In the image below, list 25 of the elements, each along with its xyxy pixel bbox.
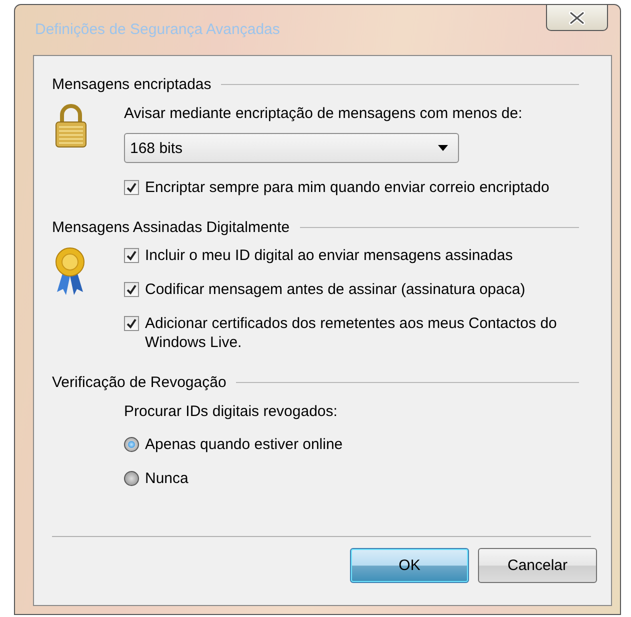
checkbox[interactable] <box>124 180 139 195</box>
padlock-icon <box>54 103 88 149</box>
checkbox[interactable] <box>124 316 139 331</box>
section-heading: Verificação de Revogação <box>52 374 226 391</box>
option-label: Avisar mediante encriptação de mensagens com menos de: <box>124 105 524 122</box>
close-icon <box>568 10 586 24</box>
section-heading: Mensagens encriptadas <box>52 76 212 93</box>
radio-button[interactable] <box>124 437 139 452</box>
dialog-button[interactable]: Cancelar <box>478 548 597 583</box>
close-button[interactable] <box>546 5 608 31</box>
checkbox-label: Incluir o meu ID digital ao enviar mensagens assinadas <box>145 246 513 265</box>
checkbox[interactable] <box>124 248 139 263</box>
radio-label: Nunca <box>145 469 188 488</box>
dialog-button[interactable]: OK <box>350 548 469 583</box>
dropdown[interactable]: 168 bits <box>124 133 459 163</box>
checkbox-label: Encriptar sempre para mim quando enviar correio encriptado <box>145 178 550 197</box>
window-title: Definições de Segurança Avançadas <box>35 21 280 38</box>
caret-icon <box>438 145 448 151</box>
radio-button[interactable] <box>124 471 139 486</box>
radio-label: Apenas quando estiver online <box>145 435 343 454</box>
section-heading: Mensagens Assinadas Digitalmente <box>52 219 290 236</box>
checkbox-label: Adicionar certificados dos remetentes aos meus Contactos do Windows Live. <box>145 314 558 352</box>
checkbox[interactable] <box>124 282 139 297</box>
option-label: Procurar IDs digitais revogados: <box>124 403 338 420</box>
checkbox-label: Codificar mensagem antes de assinar (assinatura opaca) <box>145 280 526 299</box>
